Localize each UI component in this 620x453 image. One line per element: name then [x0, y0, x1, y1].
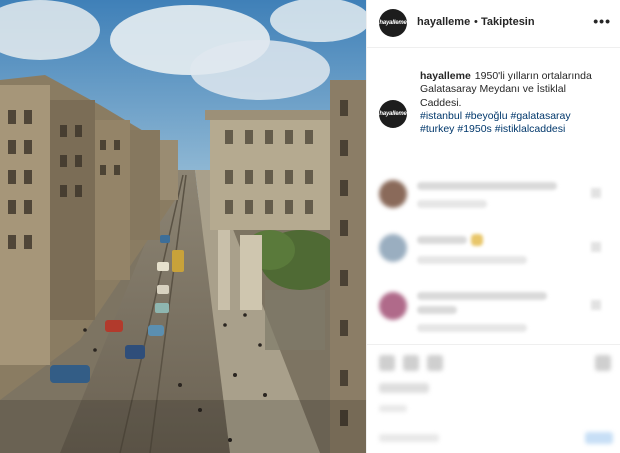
caption-username[interactable]: hayalleme	[420, 70, 471, 82]
more-options-icon[interactable]: •••	[593, 13, 611, 29]
street-photo-illustration	[0, 0, 366, 453]
like-icon[interactable]	[591, 300, 601, 310]
comment-text-blurred	[417, 182, 557, 190]
comment-meta-blurred	[417, 256, 527, 264]
post-sidebar: hayalleme hayalleme • Takiptesin ••• hay…	[366, 0, 620, 453]
follow-status[interactable]: Takiptesin	[481, 16, 535, 28]
hashtag[interactable]: #1950s	[457, 123, 491, 135]
blurred-comment	[379, 180, 609, 220]
comment-meta-blurred	[417, 324, 527, 332]
post-date-blurred	[379, 405, 407, 412]
comment-text-blurred	[417, 306, 457, 314]
add-comment-input-blurred[interactable]	[379, 434, 439, 442]
avatar-logo: hayalleme	[379, 20, 407, 26]
save-button-icon[interactable]	[595, 355, 611, 371]
author-avatar[interactable]: hayalleme	[379, 9, 407, 37]
blurred-comment	[379, 292, 609, 332]
comment-avatar	[379, 180, 407, 208]
separator-dot: •	[474, 16, 478, 28]
author-username[interactable]: hayalleme	[417, 16, 470, 28]
comment-avatar	[379, 292, 407, 320]
comment-text-blurred	[417, 236, 467, 244]
hashtag[interactable]: #galatasaray	[511, 110, 571, 122]
hashtag[interactable]: #beyoğlu	[465, 110, 508, 122]
like-icon[interactable]	[591, 188, 601, 198]
hashtag[interactable]: #turkey	[420, 123, 454, 135]
like-button-icon[interactable]	[379, 355, 395, 371]
actions-divider	[367, 344, 620, 345]
post-header: hayalleme hayalleme • Takiptesin •••	[367, 0, 620, 48]
comment-avatar	[379, 234, 407, 262]
comment-text-blurred	[417, 292, 547, 300]
emoji-blurred	[471, 234, 483, 246]
avatar-logo: hayalleme	[379, 111, 407, 117]
caption-author-avatar[interactable]: hayalleme	[379, 100, 407, 128]
blurred-comment	[379, 234, 609, 274]
comment-meta-blurred	[417, 200, 487, 208]
comment-button-icon[interactable]	[403, 355, 419, 371]
hashtag[interactable]: #istanbul	[420, 110, 462, 122]
post-photo[interactable]	[0, 0, 366, 453]
hashtag[interactable]: #istiklalcaddesi	[495, 123, 566, 135]
likes-count-blurred	[379, 383, 429, 393]
share-button-icon[interactable]	[427, 355, 443, 371]
post-comment-button[interactable]	[585, 432, 613, 444]
like-icon[interactable]	[591, 242, 601, 252]
post-caption: hayalleme 1950'li yılların ortalarında Ga…	[420, 70, 610, 136]
